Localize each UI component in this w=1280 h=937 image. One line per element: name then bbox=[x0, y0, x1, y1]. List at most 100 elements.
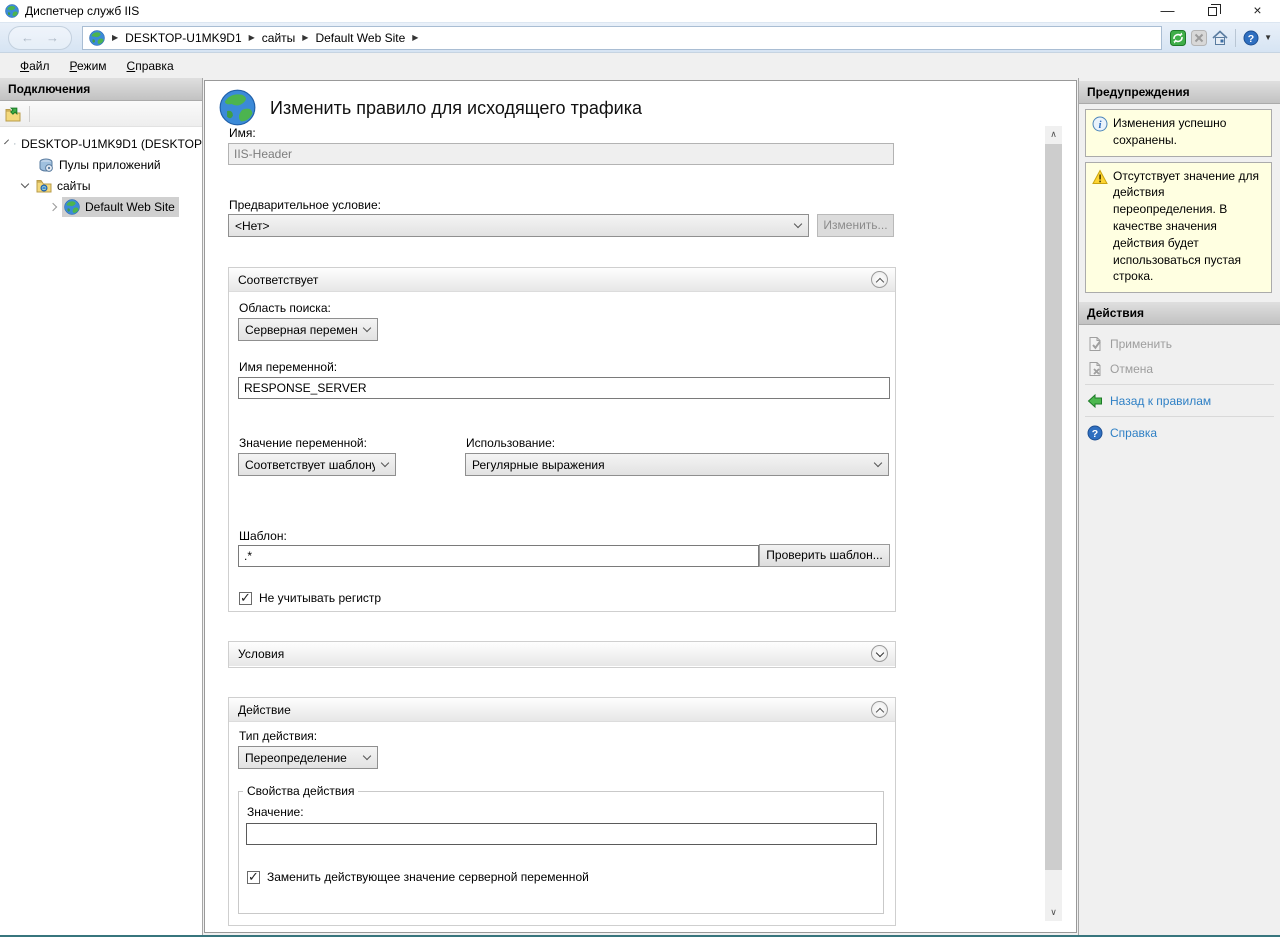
save-connection-folder-icon[interactable] bbox=[5, 106, 21, 122]
address-bar: ← → ▶ DESKTOP-U1MK9D1 ▶ сайты ▶ Default … bbox=[0, 22, 1280, 53]
tree-item-app-pools[interactable]: Пулы приложений bbox=[0, 154, 202, 175]
info-alert: Изменения успешно сохранены. bbox=[1085, 109, 1272, 157]
expand-icon[interactable] bbox=[871, 645, 888, 662]
breadcrumb-item-sites[interactable]: сайты bbox=[262, 31, 296, 45]
title-bar: Диспетчер служб IIS — × bbox=[0, 0, 1280, 22]
breadcrumb-separator-icon: ▶ bbox=[249, 33, 255, 42]
page-title: Изменить правило для исходящего трафика bbox=[270, 98, 642, 119]
ignore-case-checkbox[interactable] bbox=[239, 592, 252, 605]
chevron-down-icon bbox=[381, 459, 389, 467]
ignore-case-label: Не учитывать регистр bbox=[259, 591, 381, 605]
conditions-section-header[interactable]: Условия bbox=[229, 642, 895, 666]
chevron-down-icon bbox=[874, 459, 882, 467]
menu-file[interactable]: Файл bbox=[10, 56, 60, 76]
using-select[interactable]: Регулярные выражения bbox=[465, 453, 889, 476]
breadcrumb-item-default-web-site[interactable]: Default Web Site bbox=[315, 31, 405, 45]
name-field bbox=[228, 143, 894, 165]
menu-help[interactable]: Справка bbox=[117, 56, 184, 76]
breadcrumb-item-server[interactable]: DESKTOP-U1MK9D1 bbox=[125, 31, 241, 45]
scope-label: Область поиска: bbox=[239, 301, 331, 315]
help-dropdown-icon[interactable]: ▼ bbox=[1264, 33, 1272, 42]
sites-folder-icon bbox=[36, 178, 52, 194]
warning-alert: Отсутствует значение для действия переоп… bbox=[1085, 162, 1272, 294]
breadcrumb-separator-icon: ▶ bbox=[112, 33, 118, 42]
chevron-down-icon bbox=[794, 220, 802, 228]
ignore-case-row[interactable]: Не учитывать регистр bbox=[239, 591, 381, 605]
forward-nav-icon[interactable]: → bbox=[46, 31, 59, 44]
back-to-rules-action[interactable]: Назад к правилам bbox=[1079, 388, 1280, 413]
cancel-icon bbox=[1087, 361, 1103, 377]
replace-value-row[interactable]: Заменить действующее значение серверной … bbox=[247, 870, 589, 884]
scroll-up-icon[interactable]: ∧ bbox=[1045, 126, 1062, 143]
application-pools-icon bbox=[38, 157, 54, 173]
tree-item-default-web-site[interactable]: Default Web Site bbox=[0, 196, 202, 217]
actions-divider bbox=[1085, 384, 1274, 385]
tree-item-server[interactable]: DESKTOP-U1MK9D1 (DESKTOP bbox=[0, 133, 202, 154]
test-pattern-button[interactable]: Проверить шаблон... bbox=[759, 544, 890, 567]
match-section: Соответствует Область поиска: Серверная … bbox=[228, 267, 896, 612]
connections-panel: Подключения DESKTOP-U1MK9D1 (DESKTOP Пул… bbox=[0, 78, 203, 935]
help-icon bbox=[1087, 425, 1103, 441]
vertical-scrollbar[interactable]: ∧ ∨ bbox=[1045, 126, 1062, 921]
warning-icon bbox=[1092, 169, 1108, 185]
home-icon[interactable] bbox=[1212, 30, 1228, 46]
breadcrumb[interactable]: ▶ DESKTOP-U1MK9D1 ▶ сайты ▶ Default Web … bbox=[82, 26, 1162, 50]
scrollbar-thumb[interactable] bbox=[1045, 144, 1062, 870]
replace-value-label: Заменить действующее значение серверной … bbox=[267, 870, 589, 884]
close-button[interactable]: × bbox=[1235, 0, 1280, 22]
server-icon bbox=[14, 136, 16, 152]
actions-header: Действия bbox=[1079, 302, 1280, 325]
precondition-label: Предварительное условие: bbox=[229, 198, 381, 212]
restore-button[interactable] bbox=[1190, 0, 1235, 22]
warning-alert-text: Отсутствует значение для действия переоп… bbox=[1113, 169, 1259, 284]
expander-open-icon[interactable] bbox=[4, 139, 9, 144]
apply-icon bbox=[1087, 336, 1103, 352]
conditions-section: Условия bbox=[228, 641, 896, 668]
menu-view[interactable]: Режим bbox=[60, 56, 117, 76]
info-icon bbox=[1092, 116, 1108, 132]
refresh-icon[interactable] bbox=[1170, 30, 1186, 46]
scroll-down-icon[interactable]: ∨ bbox=[1045, 904, 1062, 921]
apply-action: Применить bbox=[1079, 331, 1280, 356]
pattern-label: Шаблон: bbox=[239, 529, 287, 543]
action-type-label: Тип действия: bbox=[239, 729, 317, 743]
globe-icon bbox=[89, 30, 105, 46]
chevron-down-icon bbox=[363, 752, 371, 760]
stop-icon bbox=[1191, 30, 1207, 46]
variable-value-select[interactable]: Соответствует шаблону bbox=[238, 453, 396, 476]
tree-item-label: сайты bbox=[57, 179, 91, 193]
page-globe-icon bbox=[219, 89, 256, 126]
tree-item-label: Default Web Site bbox=[85, 200, 175, 214]
back-arrow-icon bbox=[1087, 393, 1103, 409]
breadcrumb-separator-icon: ▶ bbox=[412, 33, 418, 42]
collapse-icon[interactable] bbox=[871, 701, 888, 718]
edit-precondition-button: Изменить... bbox=[817, 214, 894, 237]
value-label: Значение: bbox=[247, 805, 304, 819]
action-section-header[interactable]: Действие bbox=[229, 698, 895, 722]
minimize-button[interactable]: — bbox=[1145, 0, 1190, 22]
name-label: Имя: bbox=[229, 126, 256, 140]
variable-name-field[interactable] bbox=[238, 377, 890, 399]
help-action[interactable]: Справка bbox=[1079, 420, 1280, 445]
action-section: Действие Тип действия: Переопределение С… bbox=[228, 697, 896, 926]
expander-closed-icon[interactable] bbox=[49, 202, 57, 210]
menu-bar: Файл Режим Справка bbox=[0, 53, 1280, 78]
info-alert-text: Изменения успешно сохранены. bbox=[1113, 116, 1226, 147]
help-icon[interactable] bbox=[1243, 30, 1259, 46]
scope-select[interactable]: Серверная переменн bbox=[238, 318, 378, 341]
selected-tree-item[interactable]: Default Web Site bbox=[62, 197, 179, 217]
replace-value-checkbox[interactable] bbox=[247, 871, 260, 884]
precondition-select[interactable]: <Нет> bbox=[228, 214, 809, 237]
action-type-select[interactable]: Переопределение bbox=[238, 746, 378, 769]
tree-item-sites[interactable]: сайты bbox=[0, 175, 202, 196]
back-nav-icon[interactable]: ← bbox=[21, 31, 34, 44]
breadcrumb-separator-icon: ▶ bbox=[302, 33, 308, 42]
iis-manager-window: Диспетчер служб IIS — × ← → ▶ DESKTOP-U1… bbox=[0, 0, 1280, 937]
app-icon bbox=[5, 4, 19, 18]
match-section-header[interactable]: Соответствует bbox=[229, 268, 895, 292]
collapse-icon[interactable] bbox=[871, 271, 888, 288]
value-field[interactable] bbox=[246, 823, 877, 845]
expander-open-icon[interactable] bbox=[21, 180, 29, 188]
restore-icon bbox=[1208, 7, 1217, 16]
pattern-field[interactable] bbox=[238, 545, 759, 567]
